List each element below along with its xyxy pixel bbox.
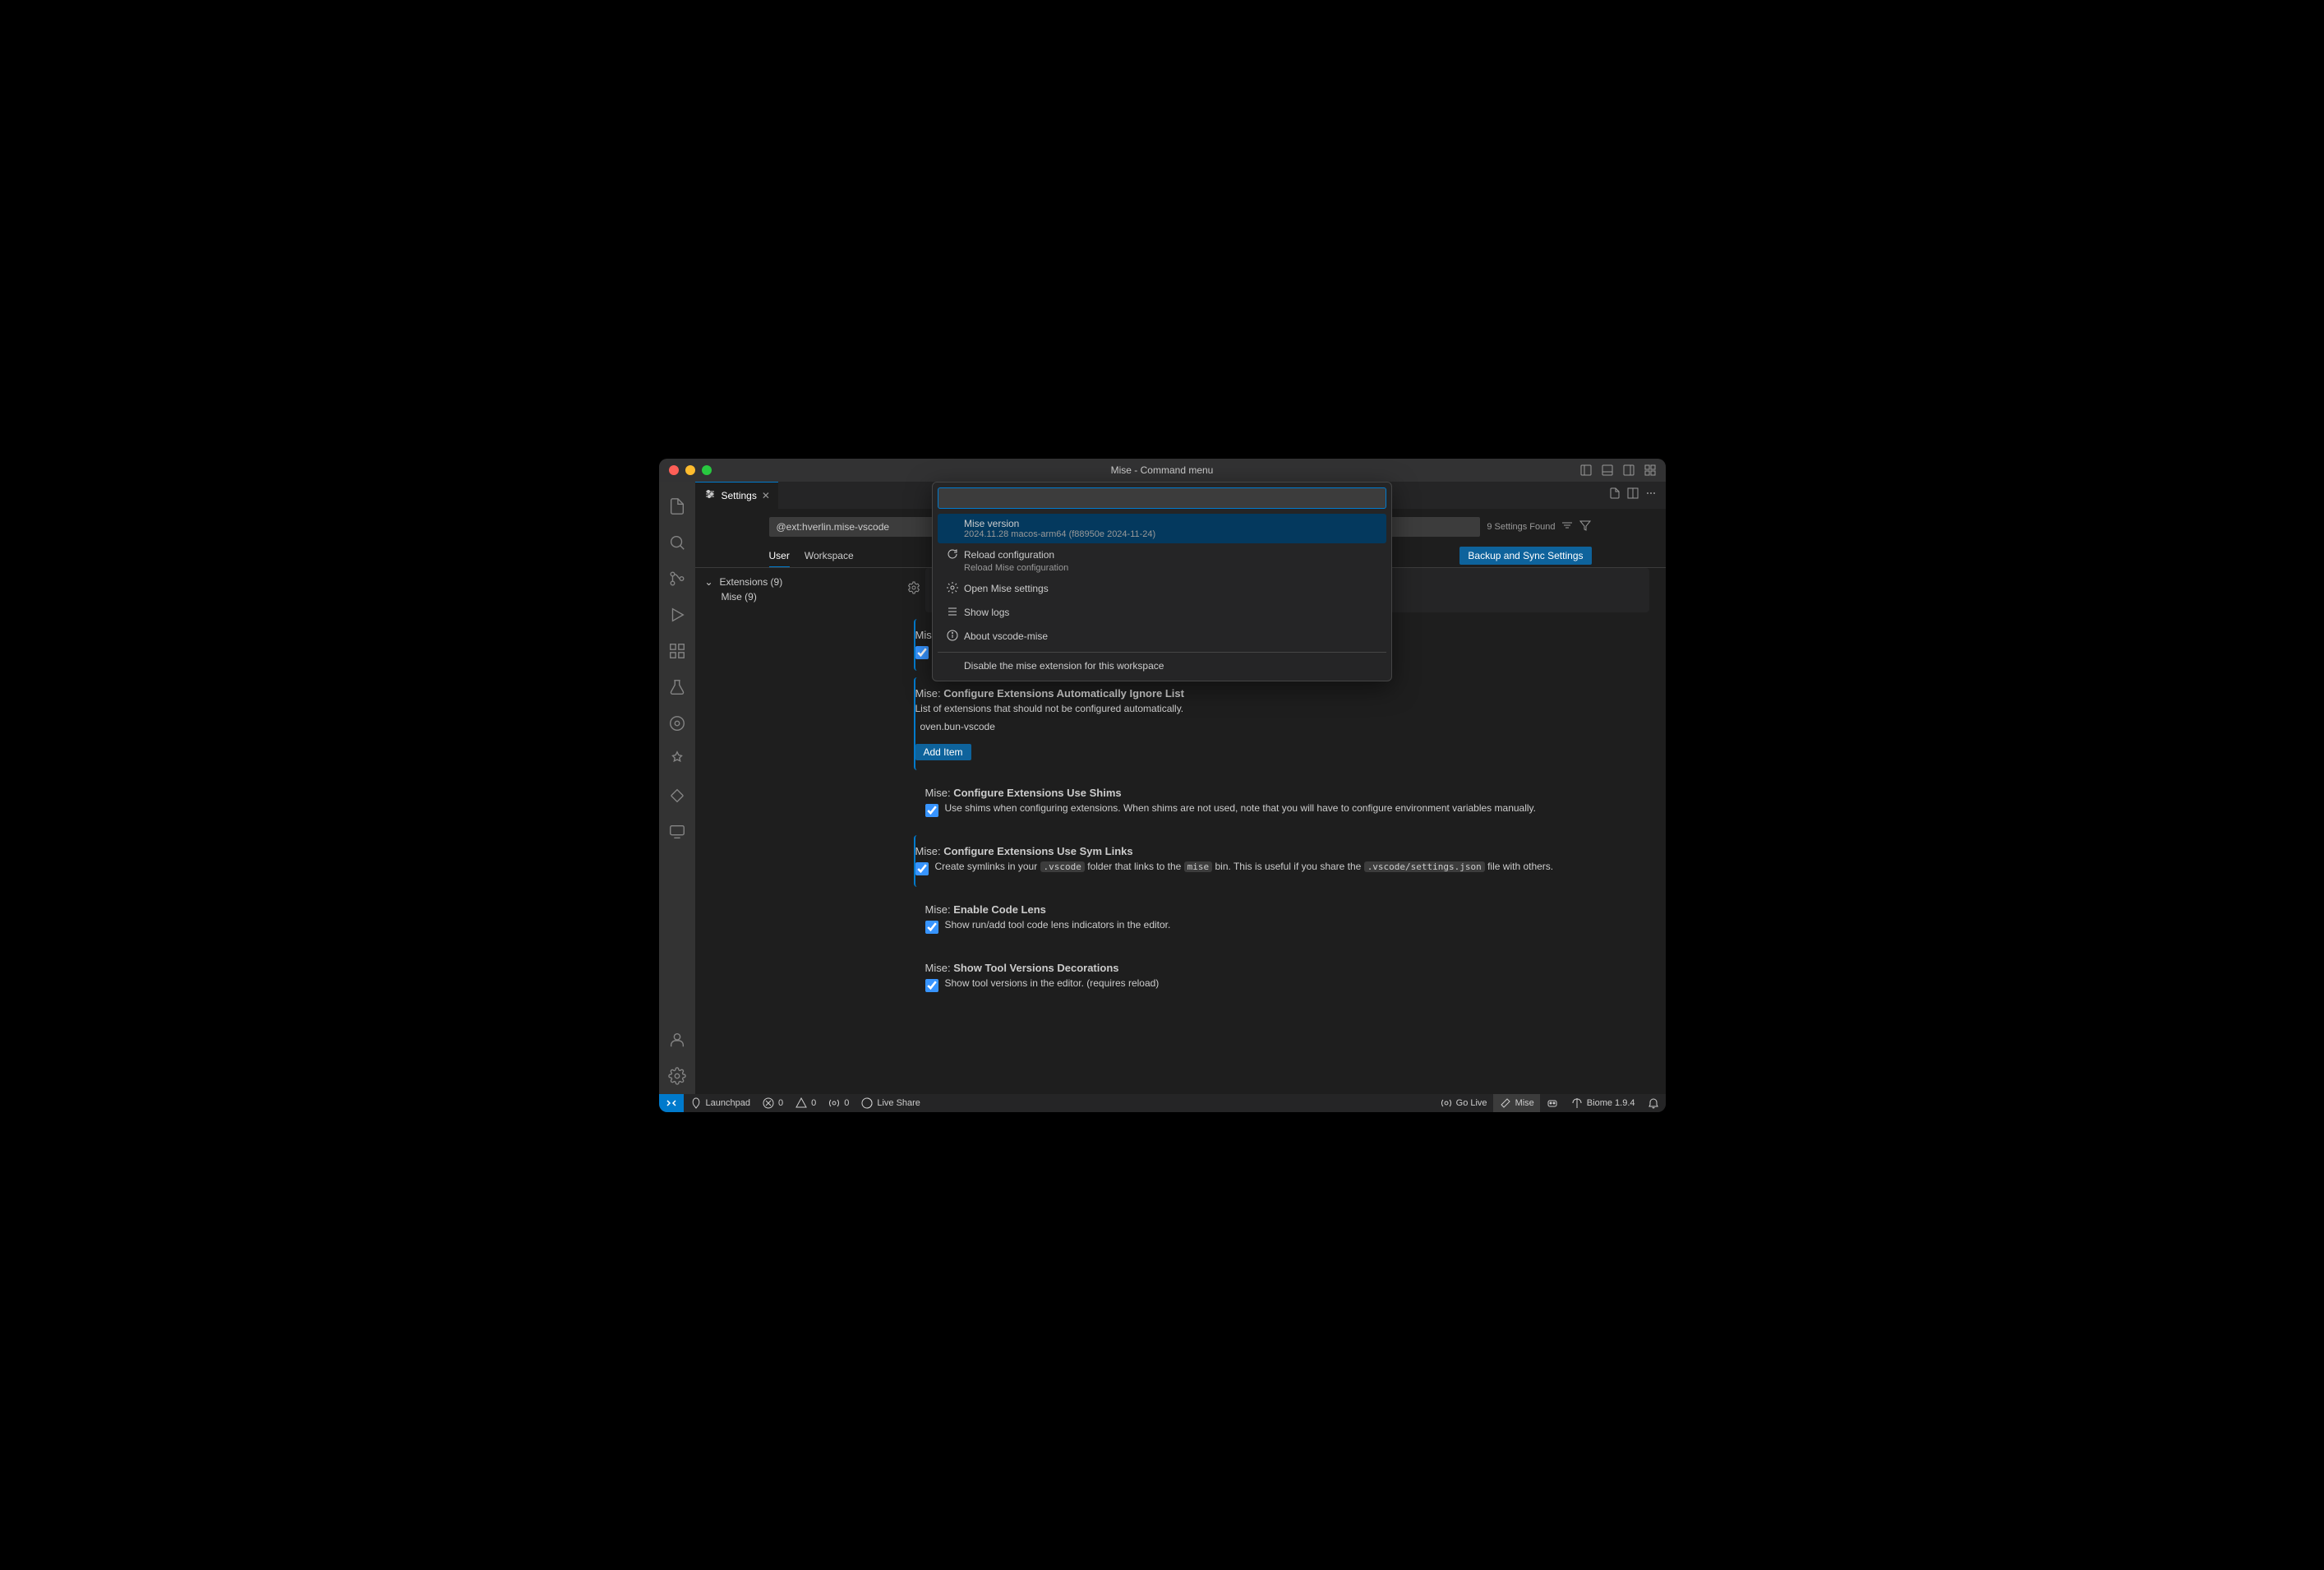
setting-ignore-list: Mise: Configure Extensions Automatically… xyxy=(914,677,1649,770)
titlebar: Mise - Command menu xyxy=(659,459,1666,482)
gear-icon xyxy=(946,581,957,597)
errors-item[interactable]: 0 xyxy=(756,1094,789,1112)
palette-item-version[interactable]: Mise version 2024.11.28 macos-arm64 (f88… xyxy=(938,514,1386,543)
toggle-secondary-sidebar-icon[interactable] xyxy=(1620,461,1638,479)
palette-input[interactable] xyxy=(938,487,1386,509)
setting-use-shims: Mise: Configure Extensions Use Shims Use… xyxy=(925,777,1649,829)
more-actions-icon[interactable] xyxy=(1644,487,1658,504)
live-share-icon[interactable] xyxy=(659,778,695,814)
manage-icon[interactable] xyxy=(659,1058,695,1094)
warning-icon xyxy=(795,1097,808,1110)
minimize-window[interactable] xyxy=(685,465,695,475)
rocket-icon xyxy=(689,1097,703,1110)
checkbox-sym-links[interactable] xyxy=(915,862,929,875)
setting-sym-links: Mise: Configure Extensions Use Sym Links… xyxy=(914,835,1649,887)
checkbox-code-lens[interactable] xyxy=(925,921,938,934)
go-live-item[interactable]: Go Live xyxy=(1434,1094,1493,1112)
checkbox-tool-versions[interactable] xyxy=(925,979,938,992)
filter-icon[interactable] xyxy=(1579,519,1592,534)
activity-bar xyxy=(659,482,695,1094)
backup-sync-button[interactable]: Backup and Sync Settings xyxy=(1459,547,1591,565)
checkbox-use-shims[interactable] xyxy=(925,804,938,817)
palette-item-reload[interactable]: Reload configuration Reload Mise configu… xyxy=(938,543,1386,577)
live-share-item[interactable]: Live Share xyxy=(855,1094,926,1112)
extensions-icon[interactable] xyxy=(659,633,695,669)
setting-tool-versions: Mise: Show Tool Versions Decorations Sho… xyxy=(925,952,1649,1004)
copilot-item[interactable] xyxy=(1540,1094,1565,1112)
reload-icon xyxy=(946,547,957,563)
source-control-icon[interactable] xyxy=(659,561,695,597)
testing-icon[interactable] xyxy=(659,669,695,705)
search-icon[interactable] xyxy=(659,524,695,561)
customize-layout-icon[interactable] xyxy=(1641,461,1659,479)
settings-found-count: 9 Settings Found xyxy=(1487,522,1555,532)
palette-separator xyxy=(938,652,1386,653)
tree-mise[interactable]: Mise (9) xyxy=(695,589,909,604)
notifications-item[interactable] xyxy=(1641,1094,1666,1112)
status-bar: Launchpad 0 0 0 Live Share Go Live Mise … xyxy=(659,1094,1666,1112)
tab-label: Settings xyxy=(722,490,757,501)
warnings-item[interactable]: 0 xyxy=(789,1094,822,1112)
palette-item-disable[interactable]: Disable the mise extension for this work… xyxy=(938,656,1386,676)
error-icon xyxy=(762,1097,775,1110)
palette-item-open-settings[interactable]: Open Mise settings xyxy=(938,577,1386,601)
ports-item[interactable]: 0 xyxy=(822,1094,855,1112)
clear-search-icon[interactable] xyxy=(1561,519,1574,534)
split-editor-icon[interactable] xyxy=(1626,487,1639,504)
custom-view-1-icon[interactable] xyxy=(659,705,695,741)
explorer-icon[interactable] xyxy=(659,488,695,524)
live-share-status-icon xyxy=(860,1097,874,1110)
close-window[interactable] xyxy=(669,465,679,475)
window-title: Mise - Command menu xyxy=(1111,464,1214,476)
toggle-primary-sidebar-icon[interactable] xyxy=(1577,461,1595,479)
open-settings-json-icon[interactable] xyxy=(1608,487,1621,504)
zoom-window[interactable] xyxy=(702,465,712,475)
checkbox-configure-auto[interactable] xyxy=(915,646,929,659)
remote-explorer-icon[interactable] xyxy=(659,814,695,850)
scope-user-tab[interactable]: User xyxy=(769,545,790,567)
antenna-icon xyxy=(828,1097,841,1110)
tab-settings[interactable]: Settings ✕ xyxy=(695,482,778,509)
tree-extensions[interactable]: ⌄ Extensions (9) xyxy=(695,575,909,589)
setting-code-lens: Mise: Enable Code Lens Show run/add tool… xyxy=(925,894,1649,945)
list-icon xyxy=(946,605,957,621)
biome-icon xyxy=(1570,1097,1584,1110)
toggle-panel-icon[interactable] xyxy=(1598,461,1616,479)
copilot-icon xyxy=(1546,1097,1559,1110)
broadcast-icon xyxy=(1440,1097,1453,1110)
ignore-list-item[interactable]: oven.bun-vscode xyxy=(915,719,1649,734)
custom-view-2-icon[interactable] xyxy=(659,741,695,778)
add-item-button[interactable]: Add Item xyxy=(915,744,971,760)
launchpad-item[interactable]: Launchpad xyxy=(684,1094,756,1112)
close-icon[interactable]: ✕ xyxy=(762,490,770,501)
biome-item[interactable]: Biome 1.9.4 xyxy=(1565,1094,1641,1112)
palette-item-about[interactable]: About vscode-mise xyxy=(938,625,1386,649)
run-debug-icon[interactable] xyxy=(659,597,695,633)
accounts-icon[interactable] xyxy=(659,1022,695,1058)
remote-icon xyxy=(665,1097,678,1110)
palette-item-show-logs[interactable]: Show logs xyxy=(938,601,1386,625)
mise-status-item[interactable]: Mise xyxy=(1493,1094,1540,1112)
settings-icon xyxy=(703,487,717,503)
tools-icon xyxy=(1499,1097,1512,1110)
command-palette: Mise version 2024.11.28 macos-arm64 (f88… xyxy=(932,482,1392,681)
scope-workspace-tab[interactable]: Workspace xyxy=(805,545,854,566)
info-icon xyxy=(946,629,957,644)
bell-icon xyxy=(1647,1097,1660,1110)
remote-indicator[interactable] xyxy=(659,1094,684,1112)
chevron-down-icon: ⌄ xyxy=(705,576,715,588)
gear-icon[interactable] xyxy=(907,581,920,598)
